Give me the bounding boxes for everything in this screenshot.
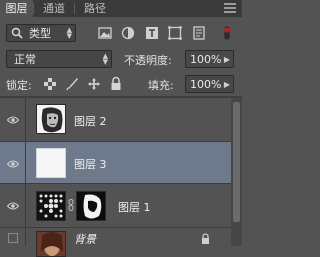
chevron-up-down-icon: ▲ ▼ [66,26,72,40]
tab-divider [33,3,34,14]
smart-object-filter-icon[interactable] [192,26,206,40]
layer-name[interactable]: 图层 3 [74,156,107,172]
blend-mode-select[interactable]: 正常 ▲ ▼ [6,50,112,68]
search-icon [11,25,24,47]
layer-thumbnail[interactable] [36,148,66,178]
tab-paths[interactable]: 路径 [76,0,114,17]
fill-label: 填充: [148,79,174,92]
visibility-off-box [8,233,18,243]
visibility-toggle[interactable] [0,98,26,141]
layer-thumbnail[interactable] [36,191,66,221]
layer-name[interactable]: 图层 1 [118,199,151,215]
chevron-right-icon[interactable]: ▶ [224,76,230,94]
opacity-value: 100% [190,53,222,66]
eye-icon [6,114,20,127]
tab-layers[interactable]: 图层 [0,0,33,17]
layer-row-selected[interactable]: 图层 3 [0,142,231,184]
layer-name[interactable]: 图层 2 [74,113,107,129]
layer-row[interactable]: 图层 1 [0,184,231,228]
visibility-toggle[interactable] [0,142,26,183]
lock-label: 锁定: [6,79,32,92]
tab-channels[interactable]: 通道 [35,0,73,17]
filter-kind-label: 类型 [29,27,51,40]
filter-kind-select[interactable]: 类型 ▲ ▼ [6,24,76,42]
visibility-toggle[interactable] [0,184,26,227]
eye-icon [6,158,20,171]
layer-mask-thumbnail[interactable] [76,191,106,221]
shape-filter-icon[interactable] [168,26,182,40]
eye-icon [6,200,20,213]
panel-tab-bar: 图层 通道 路径 [0,0,242,17]
layers-list: 图层 2 图层 3 图层 1 背景 [0,98,231,257]
lock-icon [201,233,210,247]
panel-menu-icon[interactable] [224,3,236,13]
fill-field[interactable]: 100% ▶ [185,75,234,93]
opacity-label: 不透明度: [124,54,172,67]
type-filter-icon[interactable] [145,26,159,40]
visibility-toggle[interactable] [0,228,26,246]
layer-row[interactable]: 背景 [0,228,231,257]
fill-value: 100% [190,78,222,91]
lock-transparent-pixels-icon[interactable] [44,78,56,90]
lock-image-pixels-icon[interactable] [65,77,79,91]
opacity-field[interactable]: 100% ▶ [185,50,234,68]
layers-scrollbar[interactable] [231,98,242,246]
layer-thumbnail[interactable] [36,104,66,134]
image-filter-icon[interactable] [98,26,112,40]
lock-all-icon[interactable] [110,76,122,91]
layer-name[interactable]: 背景 [74,231,96,247]
lock-position-icon[interactable] [87,77,101,91]
scrollbar-thumb[interactable] [233,102,240,222]
link-icon[interactable] [68,199,74,214]
tab-divider [74,3,75,14]
chevron-right-icon[interactable]: ▶ [224,51,230,69]
blend-mode-value: 正常 [14,53,36,66]
filter-toggle[interactable] [221,24,233,42]
adjustment-filter-icon[interactable] [121,26,135,40]
chevron-up-down-icon: ▲ ▼ [102,52,108,66]
layer-thumbnail[interactable] [36,231,66,257]
layer-row[interactable]: 图层 2 [0,98,231,142]
